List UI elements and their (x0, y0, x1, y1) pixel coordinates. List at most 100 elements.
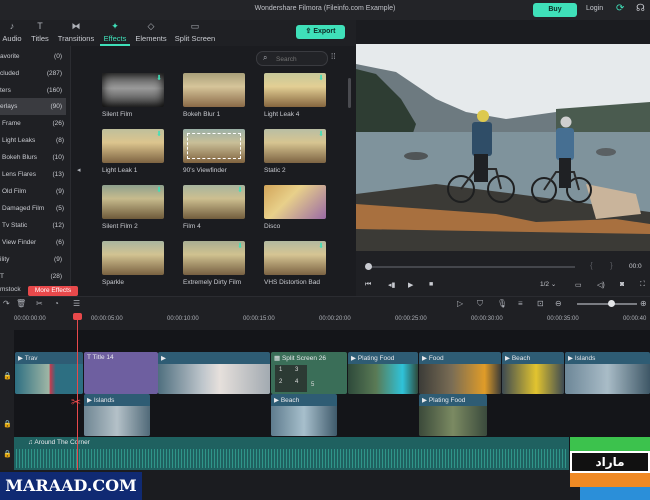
effect-thumb-bokeh-blur-1[interactable] (183, 73, 245, 107)
sidebar-item-tv-static[interactable]: Tv Static (12) (0, 217, 68, 234)
effect-preview (102, 73, 164, 107)
zoom-slider[interactable] (577, 303, 637, 305)
clip-beach[interactable]: ▶ Beach (502, 352, 564, 394)
playhead[interactable] (77, 314, 78, 470)
next-marker-icon[interactable]: } (610, 261, 613, 270)
clip-split-screen[interactable]: ▦ Split Screen 26 1 3 2 4 5 (271, 352, 347, 394)
adjust-icon[interactable]: ☰ (73, 299, 80, 308)
render-icon[interactable]: ▷ (457, 299, 463, 308)
effect-thumb-sparkle[interactable] (102, 241, 164, 275)
snap-icon[interactable]: ⊡ (537, 299, 544, 308)
prev-marker-icon[interactable]: { (590, 261, 593, 270)
lock-icon[interactable]: 🔒 (3, 420, 12, 428)
preview-quality-select[interactable]: 1/2 ⌄ (540, 280, 556, 288)
zoom-slider-handle[interactable] (608, 300, 615, 307)
download-icon[interactable]: ⬇ (156, 130, 162, 138)
stop-icon[interactable]: ■ (429, 281, 433, 288)
playback-progress-handle[interactable] (365, 263, 372, 270)
download-icon[interactable]: ⬇ (318, 130, 324, 138)
grid-view-icon[interactable]: ⁞⁞ (331, 52, 335, 61)
effect-thumb-extremely-dirty-film[interactable]: ⬇ (183, 241, 245, 275)
buy-button[interactable]: Buy (533, 3, 577, 17)
sidebar-item-favorite[interactable]: avorite (0) (0, 48, 66, 65)
monitor-icon[interactable]: ▭ (575, 281, 582, 289)
clip-beach-overlay[interactable]: ▶ Beach (271, 394, 337, 436)
collapse-arrow-icon[interactable]: ◂ (77, 166, 81, 174)
tab-split-screen[interactable]: ▭ Split Screen (172, 20, 218, 46)
step-back-icon[interactable]: ⏮ (365, 281, 371, 289)
redo-icon[interactable]: ↷ (3, 299, 10, 308)
clip-title-14[interactable]: T Title 14 (84, 352, 158, 394)
speed-icon[interactable]: ◔ (54, 299, 59, 308)
search-box[interactable]: ⌕ (256, 51, 328, 66)
sidebar-item-overlays[interactable]: erlays (90) (0, 98, 66, 115)
frame-back-icon[interactable]: ◂▮ (388, 281, 395, 289)
download-icon[interactable]: ⬇ (237, 186, 243, 194)
sidebar-item-old-film[interactable]: Old Film (9) (0, 183, 68, 200)
export-label: Export (313, 28, 336, 35)
clip-islands-overlay[interactable]: ▶ Islands (84, 394, 150, 436)
sidebar-item-filters[interactable]: ters (160) (0, 82, 66, 99)
effect-thumb-static-2[interactable]: ⬇ (264, 129, 326, 163)
download-icon[interactable]: ⬇ (156, 186, 162, 194)
sidebar-item-frame[interactable]: Frame (26) (0, 115, 68, 132)
download-icon[interactable]: ⬇ (318, 74, 324, 82)
clip-plating-food-overlay[interactable]: ▶ Plating Food (419, 394, 487, 436)
download-icon[interactable]: ⬇ (318, 242, 324, 250)
microphone-icon[interactable]: 🎙 (497, 299, 507, 308)
search-input[interactable] (274, 53, 326, 65)
clip-video[interactable]: ▶ (158, 352, 270, 394)
login-link[interactable]: Login (586, 5, 603, 12)
effect-thumb-vhs-distortion-bad[interactable]: ⬇ (264, 241, 326, 275)
sidebar-item-damaged-film[interactable]: Damaged Film (5) (0, 200, 68, 217)
list-icon[interactable]: ≡ (518, 299, 523, 308)
sidebar-item-bokeh-blurs[interactable]: Bokeh Blurs (10) (0, 149, 68, 166)
clip-travel[interactable]: ▶ Trav (15, 352, 83, 394)
clip-islands[interactable]: ▶ Islands (565, 352, 650, 394)
effect-label: Silent Film 2 (102, 223, 138, 230)
sidebar-item-view-finder[interactable]: View Finder (6) (0, 234, 68, 251)
effect-thumb-light-leak-4[interactable]: ⬇ (264, 73, 326, 107)
export-button[interactable]: ⇪ Export (296, 25, 345, 39)
volume-icon[interactable]: ◁) (597, 281, 605, 289)
effect-thumb-light-leak-1[interactable]: ⬇ (102, 129, 164, 163)
fullscreen-icon[interactable]: ⛶ (640, 281, 645, 289)
effect-thumb-disco[interactable] (264, 185, 326, 219)
tab-transitions[interactable]: ⧓ Transitions (56, 20, 96, 46)
sidebar-item-lens-flares[interactable]: Lens Flares (13) (0, 166, 68, 183)
sidebar-item-ait[interactable]: T (28) (0, 268, 66, 285)
sidebar-item-included[interactable]: cluded (287) (0, 65, 66, 82)
sidebar-item-utility[interactable]: ility (9) (0, 251, 66, 268)
download-icon[interactable]: ⬇ (156, 74, 162, 82)
tab-audio[interactable]: ♪ Audio (0, 20, 24, 46)
more-effects-button[interactable]: More Effects (28, 286, 78, 296)
cut-icon[interactable]: ✂ (36, 299, 43, 308)
shield-icon[interactable]: ⛉ (477, 299, 483, 309)
clip-label: ▶ Islands (87, 397, 115, 404)
download-icon[interactable]: ⬇ (237, 242, 243, 250)
snapshot-camera-icon[interactable]: ◙ (620, 281, 624, 288)
lock-icon[interactable]: 🔒 (3, 450, 12, 458)
tab-titles[interactable]: T Titles (28, 20, 52, 46)
playback-progress-bar[interactable] (367, 266, 575, 268)
lock-icon[interactable]: 🔒 (3, 372, 12, 380)
grid-scrollbar[interactable] (348, 78, 351, 108)
effect-thumb-silent-film-2[interactable]: ⬇ (102, 185, 164, 219)
effect-thumb-film-4[interactable]: ⬇ (183, 185, 245, 219)
refresh-icon[interactable]: ⟳ (616, 3, 624, 14)
effect-thumb-silent-film[interactable]: ⬇ (102, 73, 164, 107)
zoom-in-icon[interactable]: ⊕ (640, 299, 647, 308)
clip-food[interactable]: ▶ Food (419, 352, 501, 394)
delete-icon[interactable]: 🗑 (16, 299, 26, 308)
audio-clip[interactable]: ♫ Around The Corner (14, 437, 569, 470)
zoom-out-icon[interactable]: ⊖ (555, 299, 562, 308)
sidebar-item-light-leaks[interactable]: Light Leaks (8) (0, 132, 68, 149)
tab-effects[interactable]: ✦ Effects (100, 20, 130, 46)
play-icon[interactable]: ▶ (408, 281, 413, 289)
tab-elements[interactable]: ◇ Elements (134, 20, 168, 46)
effect-label: Disco (264, 223, 281, 230)
logo-orange-bar (570, 473, 650, 487)
effect-thumb-90s-viewfinder[interactable] (183, 129, 245, 163)
clip-plating-food[interactable]: ▶ Plating Food (348, 352, 418, 394)
headset-icon[interactable]: ☊ (636, 3, 645, 14)
